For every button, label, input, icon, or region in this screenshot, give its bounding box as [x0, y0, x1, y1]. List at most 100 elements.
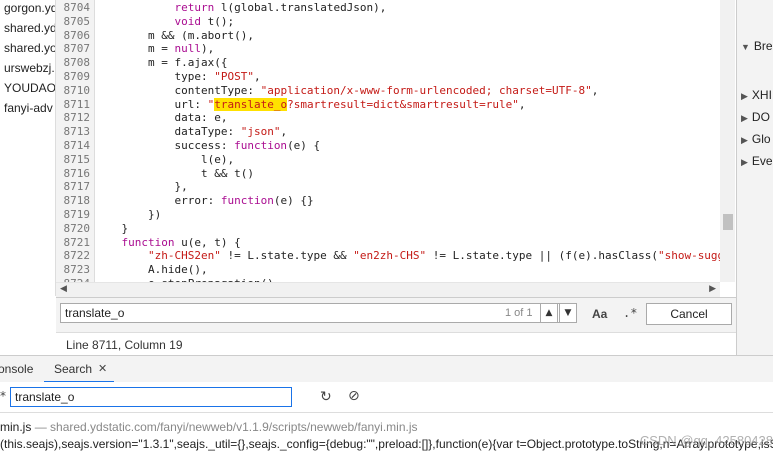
code-token: }) [95, 208, 162, 221]
code-token: "POST" [214, 70, 254, 83]
search-result-file[interactable]: min.js — shared.ydstatic.com/fanyi/newwe… [0, 420, 418, 434]
line-number[interactable]: 8716 [64, 167, 91, 180]
cancel-button[interactable]: Cancel [646, 303, 732, 325]
code-token: m && (m.abort(), [95, 28, 254, 42]
code-token: function [121, 235, 175, 249]
line-number[interactable]: 8711 [64, 98, 91, 111]
line-number[interactable]: 8715 [64, 153, 91, 166]
code-token: }, [95, 180, 188, 194]
code-token: (e) {} [273, 194, 314, 208]
tab-search[interactable]: Search ✕ [44, 356, 114, 383]
file-item[interactable]: shared.yd [4, 21, 55, 35]
line-number-gutter: 8704 8705 8706 8707 8708 8709 8710 8711 8712 8713… [56, 0, 95, 296]
file-item[interactable]: shared.yo [4, 41, 55, 55]
line-number[interactable]: 8714 [64, 139, 91, 152]
scroll-right-icon[interactable]: ▶ [709, 284, 716, 294]
line-number[interactable]: 8720 [64, 222, 91, 235]
side-pane-section[interactable]: ▶ Eve [741, 154, 773, 168]
code-token: function [220, 194, 274, 208]
match-case-button[interactable]: Aa [592, 307, 607, 321]
code-token: , [253, 70, 261, 83]
code-token: data: e, [95, 111, 228, 125]
line-number[interactable]: 8708 [64, 56, 91, 69]
side-pane-section[interactable]: ▶ Glo [741, 132, 771, 146]
chevron-up-icon: ▲ [545, 308, 553, 318]
side-pane-section-label: Eve [751, 154, 773, 168]
code-token: "en2zh-CHS" [353, 249, 427, 263]
code-token: t && t() [95, 166, 254, 180]
code-token: ?smartresult=dict&smartresult=rule" [287, 97, 519, 111]
side-pane-section-label: Bre [753, 39, 773, 53]
watermark: CSDN @qq_42580428 [639, 433, 773, 448]
horizontal-scrollbar[interactable]: ◀ ▶ [56, 282, 720, 297]
refresh-icon[interactable]: ↻ [320, 389, 332, 405]
code-line: }, [95, 180, 188, 194]
code-line: dataType: "json", [95, 125, 287, 138]
line-number[interactable]: 8713 [64, 125, 91, 138]
line-number[interactable]: 8705 [64, 15, 91, 28]
line-number[interactable]: 8722 [64, 249, 91, 262]
tab-console[interactable]: onsole [0, 362, 33, 376]
code-line: m = null), [95, 42, 214, 55]
scroll-left-icon[interactable]: ◀ [60, 284, 67, 294]
side-pane-section[interactable]: ▶ XHI [741, 88, 772, 102]
file-item[interactable]: urswebzj. [4, 61, 55, 75]
code-line: } [95, 222, 128, 235]
code-line: error: function(e) {} [95, 194, 314, 208]
triangle-down-icon: ▼ [741, 42, 750, 52]
clear-icon[interactable]: ⊘ [348, 388, 360, 404]
line-number[interactable]: 8721 [64, 236, 91, 249]
line-number[interactable]: 8719 [64, 208, 91, 221]
code-token: contentType: [95, 83, 261, 97]
chevron-down-icon: ▼ [564, 308, 572, 318]
file-item[interactable]: gorgon.yd [4, 1, 55, 15]
code-line: url: "translate_o?smartresult=dict&smart… [95, 97, 526, 111]
line-number[interactable]: 8712 [64, 111, 91, 124]
debugger-side-pane: ▼ Bre ▶ XHI ▶ DO ▶ Glo ▶ Eve [736, 0, 773, 355]
result-file-name: min.js [0, 420, 32, 434]
file-list: gorgon.yd shared.yd shared.yo urswebzj. YOUD… [0, 0, 56, 296]
code-editor[interactable]: return l(global.translatedJson), void t(… [95, 0, 735, 282]
line-number[interactable]: 8710 [64, 84, 91, 97]
find-input[interactable]: translate_o [60, 303, 576, 323]
side-pane-section[interactable]: ▶ DO [741, 110, 770, 124]
code-token: } [95, 221, 129, 235]
vertical-scrollbar-thumb[interactable] [723, 214, 733, 230]
code-token: "zh-CHS2en" [147, 249, 221, 263]
code-token: (e) { [287, 139, 321, 152]
line-number[interactable]: 8723 [64, 263, 91, 276]
code-token: "show-sugg [657, 249, 725, 263]
side-pane-section-label: Glo [751, 132, 771, 146]
code-token: null [174, 42, 201, 56]
file-item[interactable]: fanyi-adv [4, 101, 53, 115]
code-token: A.hide(), [95, 263, 208, 277]
line-number[interactable]: 8718 [64, 194, 91, 207]
line-number[interactable]: 8717 [64, 180, 91, 193]
code-line: type: "POST", [95, 70, 261, 83]
line-number[interactable]: 8707 [64, 42, 91, 55]
code-line: l(e), [95, 153, 234, 166]
close-icon[interactable]: ✕ [98, 362, 107, 375]
file-item[interactable]: YOUDAO_ [4, 81, 55, 95]
code-token: "json" [240, 125, 281, 139]
regex-button[interactable]: .* [623, 306, 637, 320]
find-bar: translate_o 1 of 1 ▲ ▼ Aa .* Cancel [56, 297, 736, 332]
vertical-scrollbar[interactable] [720, 0, 735, 282]
collapse-icon[interactable]: * [0, 389, 6, 403]
line-number[interactable]: 8709 [64, 70, 91, 83]
search-input[interactable]: translate_o [10, 387, 292, 407]
code-line: return l(global.translatedJson), [95, 1, 386, 14]
line-number[interactable]: 8706 [64, 29, 91, 42]
previous-match-button[interactable]: ▲ [540, 303, 558, 323]
next-match-button[interactable]: ▼ [559, 303, 577, 323]
result-file-path: — shared.ydstatic.com/fanyi/newweb/v1.1.… [34, 420, 418, 434]
code-line: A.hide(), [95, 263, 208, 276]
side-pane-section[interactable]: ▼ Bre [741, 39, 773, 53]
search-highlight: translate_o [214, 97, 288, 111]
cursor-position: Line 8711, Column 19 [66, 338, 183, 352]
line-number[interactable]: 8704 [64, 1, 91, 14]
code-line: t && t() [95, 167, 254, 180]
triangle-right-icon: ▶ [741, 157, 748, 167]
code-line: void t(); [95, 15, 234, 28]
